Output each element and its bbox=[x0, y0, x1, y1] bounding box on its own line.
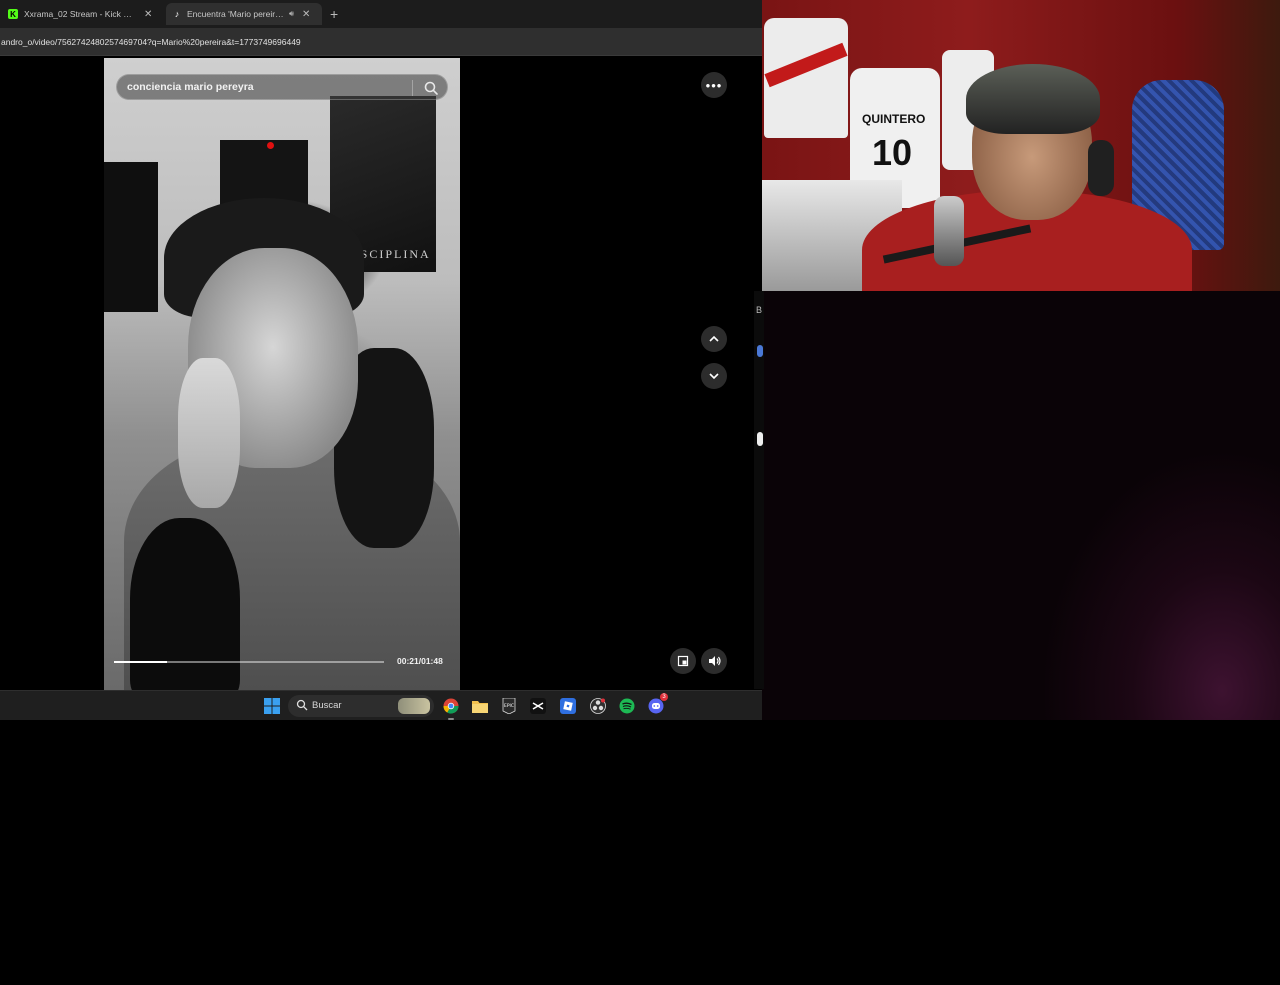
notification-badge: 3 bbox=[660, 693, 668, 701]
close-icon[interactable]: ✕ bbox=[302, 9, 310, 20]
streamer-microphone bbox=[934, 196, 964, 266]
jersey-number: 10 bbox=[872, 132, 913, 173]
discord-icon[interactable]: 3 bbox=[646, 693, 668, 716]
capcut-icon[interactable] bbox=[528, 696, 548, 716]
next-video-button[interactable] bbox=[701, 363, 727, 389]
svg-text:EPIC: EPIC bbox=[504, 703, 514, 709]
hanging-jersey bbox=[764, 18, 848, 138]
taskbar-search-placeholder[interactable]: Buscar bbox=[312, 700, 342, 711]
picture-in-picture-button[interactable] bbox=[670, 648, 696, 674]
windows-start-icon[interactable] bbox=[262, 696, 282, 716]
webcam-feed: QUINTERO 10 bbox=[762, 0, 1280, 291]
side-panel-letter: B bbox=[756, 305, 763, 315]
wall-poster bbox=[104, 162, 158, 312]
url-text[interactable]: andro_o/video/7562742480257469704?q=Mari… bbox=[0, 37, 301, 47]
browser-tab-bar: K Xxrama_02 Stream - Kick Dashb ✕ ♪ Encu… bbox=[0, 0, 762, 28]
speaker-icon bbox=[708, 656, 721, 666]
previous-video-button[interactable] bbox=[701, 326, 727, 352]
video-time: 00:21/01:48 bbox=[397, 656, 443, 666]
obs-icon[interactable] bbox=[588, 696, 608, 716]
taskbar-search[interactable]: Buscar bbox=[288, 695, 434, 717]
side-panel-avatar[interactable] bbox=[757, 345, 763, 357]
video-subject-hand bbox=[178, 358, 240, 508]
tab-kick-dashboard[interactable]: K Xxrama_02 Stream - Kick Dashb ✕ bbox=[8, 3, 160, 25]
chevron-down-icon bbox=[709, 373, 719, 380]
search-bar[interactable]: conciencia mario pereyra bbox=[116, 74, 448, 100]
file-explorer-icon[interactable] bbox=[470, 696, 490, 716]
search-icon bbox=[296, 699, 308, 711]
tab-tiktok-search[interactable]: ♪ Encuentra 'Mario pereira' en 🔊︎ ✕ bbox=[166, 3, 322, 25]
more-icon: ••• bbox=[705, 77, 723, 93]
close-icon[interactable]: ✕ bbox=[144, 9, 152, 20]
search-divider bbox=[412, 80, 413, 96]
new-tab-button[interactable]: + bbox=[330, 6, 338, 22]
more-options-button[interactable]: ••• bbox=[701, 72, 727, 98]
tiktok-page: DISCIPLINA conciencia mario pereyra 00:2… bbox=[0, 56, 762, 690]
windows-taskbar: Buscar EPIC 3 bbox=[0, 690, 762, 720]
chevron-up-icon bbox=[709, 335, 719, 342]
pip-icon bbox=[677, 655, 689, 667]
video-progress-fill bbox=[114, 661, 167, 663]
search-input[interactable]: conciencia mario pereyra bbox=[127, 81, 254, 93]
search-icon[interactable] bbox=[423, 80, 439, 96]
chrome-icon[interactable] bbox=[441, 696, 461, 720]
headphones bbox=[1088, 140, 1114, 196]
streamer-hair bbox=[966, 64, 1100, 134]
spotify-icon[interactable] bbox=[617, 696, 637, 716]
epic-games-icon[interactable]: EPIC bbox=[499, 696, 519, 716]
tab-title: Xxrama_02 Stream - Kick Dashb bbox=[24, 9, 136, 19]
volume-button[interactable] bbox=[701, 648, 727, 674]
kick-icon: K bbox=[8, 9, 18, 19]
video-player[interactable]: DISCIPLINA bbox=[104, 58, 460, 690]
jersey-name: QUINTERO bbox=[862, 112, 926, 126]
address-bar[interactable]: andro_o/video/7562742480257469704?q=Mari… bbox=[0, 28, 762, 56]
mouse-cursor bbox=[267, 142, 274, 149]
video-microphone bbox=[130, 518, 240, 690]
video-progress-bar[interactable] bbox=[114, 661, 384, 663]
speaker-icon[interactable]: 🔊︎ bbox=[289, 9, 294, 19]
tab-title: Encuentra 'Mario pereira' en bbox=[187, 9, 285, 19]
roblox-icon[interactable] bbox=[558, 696, 578, 716]
dark-camera-region bbox=[762, 291, 1280, 720]
tiktok-icon: ♪ bbox=[174, 9, 180, 19]
side-panel-avatar[interactable] bbox=[757, 432, 763, 446]
search-highlight-icon bbox=[398, 698, 430, 714]
